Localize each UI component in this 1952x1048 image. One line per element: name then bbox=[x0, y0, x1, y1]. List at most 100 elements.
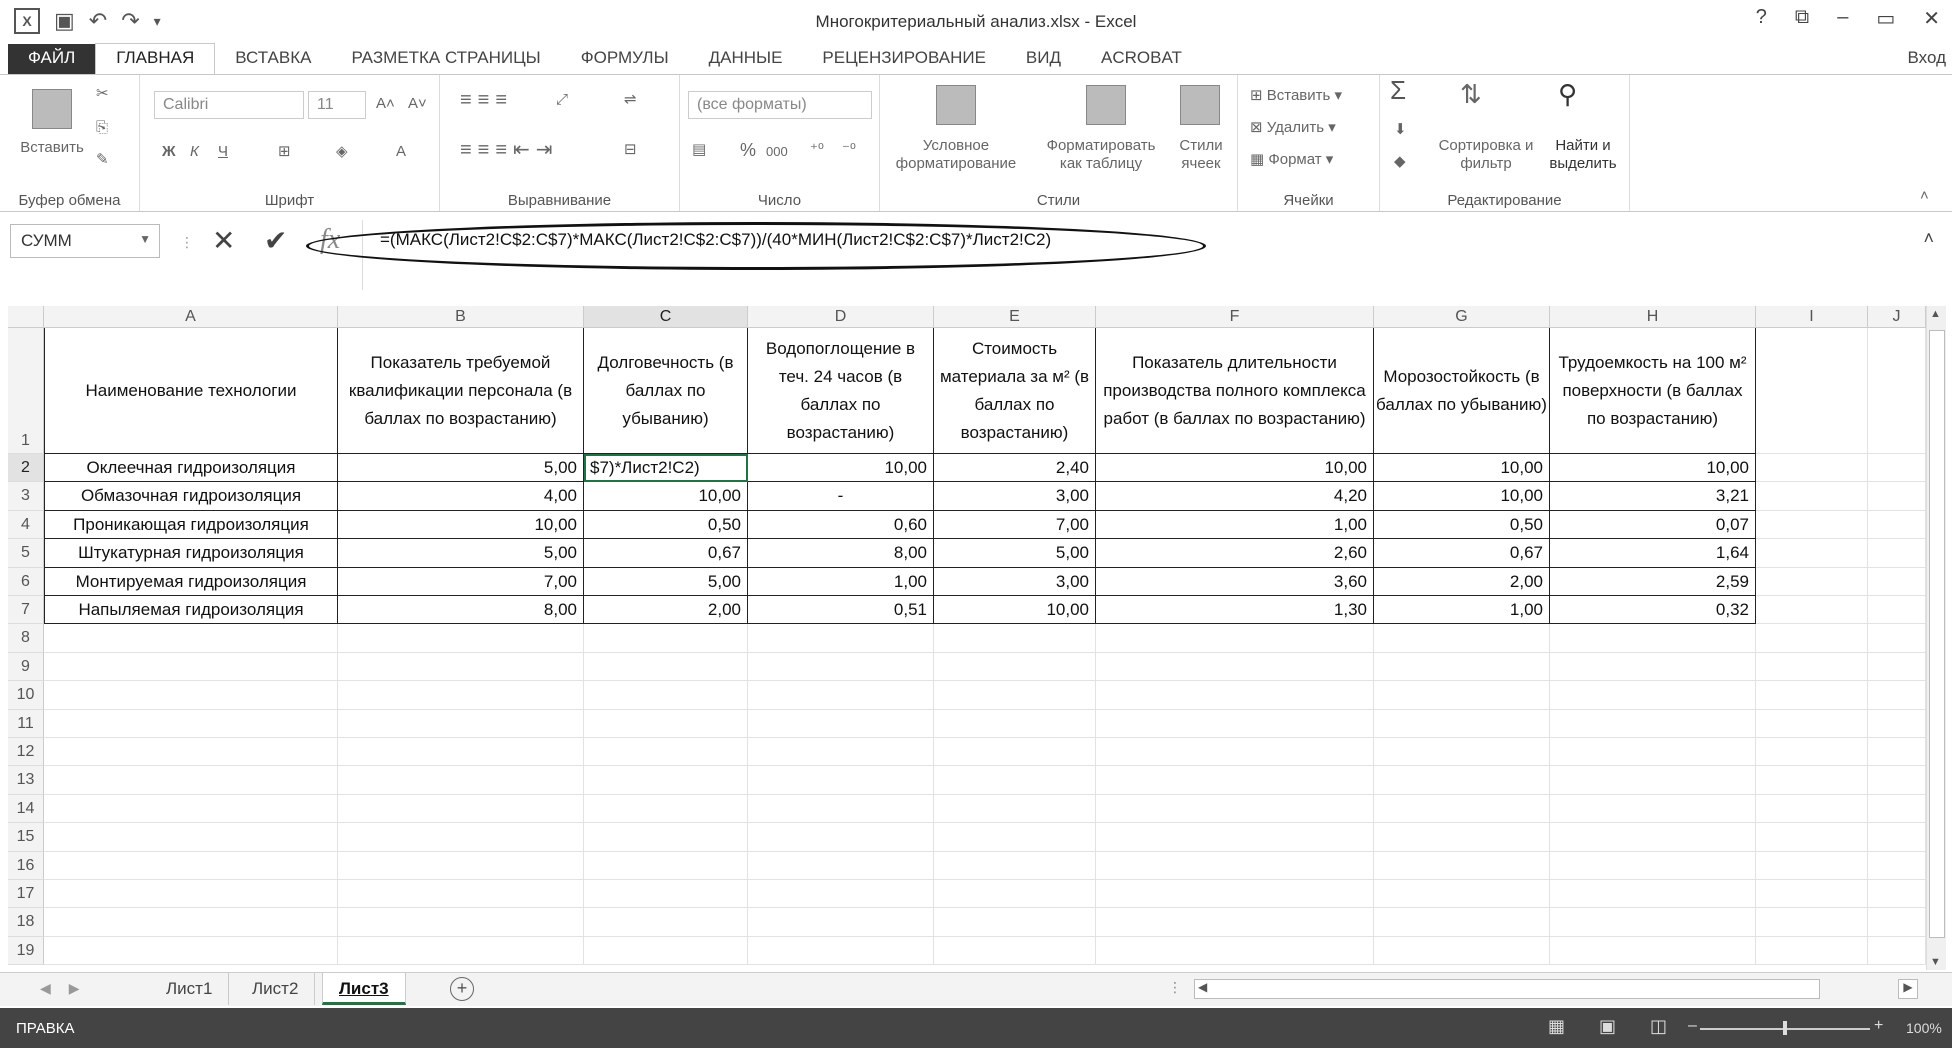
cell-a16[interactable] bbox=[44, 851, 338, 880]
cell-h16[interactable] bbox=[1550, 851, 1756, 880]
insert-cells-button[interactable]: ⊞ Вставить ▾ bbox=[1250, 87, 1342, 105]
cell-d6[interactable]: 1,00 bbox=[748, 567, 934, 596]
cell-i7[interactable] bbox=[1756, 596, 1868, 625]
cell-d7[interactable]: 0,51 bbox=[748, 596, 934, 625]
cell-h6[interactable]: 2,59 bbox=[1550, 567, 1756, 596]
cell-b17[interactable] bbox=[338, 880, 584, 909]
cell-d11[interactable] bbox=[748, 709, 934, 738]
cell-i4[interactable] bbox=[1756, 510, 1868, 540]
row-header-11[interactable]: 11 bbox=[8, 709, 44, 738]
cell-i16[interactable] bbox=[1756, 851, 1868, 880]
cell-g15[interactable] bbox=[1374, 823, 1550, 852]
zoom-out-icon[interactable]: – bbox=[1688, 1017, 1697, 1035]
cell-i19[interactable] bbox=[1756, 936, 1868, 966]
cell-j8[interactable] bbox=[1868, 624, 1926, 653]
cell-d10[interactable] bbox=[748, 681, 934, 710]
cell-c16[interactable] bbox=[584, 851, 748, 880]
cell-d15[interactable] bbox=[748, 823, 934, 852]
cell-c3[interactable]: 10,00 bbox=[584, 482, 748, 511]
cell-i1[interactable] bbox=[1756, 328, 1868, 454]
cell-b5[interactable]: 5,00 bbox=[338, 539, 584, 568]
header-cell-c[interactable]: Долговечность (в баллах по убыванию) bbox=[584, 328, 748, 454]
row-header-14[interactable]: 14 bbox=[8, 794, 44, 824]
cell-i14[interactable] bbox=[1756, 794, 1868, 824]
cell-c9[interactable] bbox=[584, 652, 748, 682]
tab-view[interactable]: ВИД bbox=[1006, 44, 1081, 74]
scroll-up-icon[interactable]: ▲ bbox=[1930, 308, 1941, 320]
sheet-nav-arrows-icon[interactable]: ◀▶ bbox=[40, 980, 98, 997]
page-layout-view-icon[interactable]: ▣ bbox=[1599, 1016, 1616, 1037]
cell-g19[interactable] bbox=[1374, 936, 1550, 966]
cell-f13[interactable] bbox=[1096, 766, 1374, 795]
cell-g10[interactable] bbox=[1374, 681, 1550, 710]
cell-e15[interactable] bbox=[934, 823, 1096, 852]
paste-button[interactable]: Вставить bbox=[12, 139, 92, 157]
cell-b12[interactable] bbox=[338, 738, 584, 767]
cell-f19[interactable] bbox=[1096, 936, 1374, 966]
cell-h13[interactable] bbox=[1550, 766, 1756, 795]
normal-view-icon[interactable]: ▦ bbox=[1548, 1016, 1565, 1037]
cell-h11[interactable] bbox=[1550, 709, 1756, 738]
cell-e16[interactable] bbox=[934, 851, 1096, 880]
cell-e5[interactable]: 5,00 bbox=[934, 539, 1096, 568]
percent-button[interactable]: % bbox=[740, 141, 756, 159]
cell-e2[interactable]: 2,40 bbox=[934, 454, 1096, 483]
cell-e7[interactable]: 10,00 bbox=[934, 596, 1096, 625]
cell-e8[interactable] bbox=[934, 624, 1096, 653]
enter-entry-button[interactable]: ✔ bbox=[264, 224, 287, 257]
tab-review[interactable]: РЕЦЕНЗИРОВАНИЕ bbox=[802, 44, 1006, 74]
row-header-5[interactable]: 5 bbox=[8, 539, 44, 568]
cell-c12[interactable] bbox=[584, 738, 748, 767]
cell-f7[interactable]: 1,30 bbox=[1096, 596, 1374, 625]
format-as-table-icon[interactable] bbox=[1086, 85, 1126, 125]
wrap-text-icon[interactable]: ⇌ bbox=[624, 91, 637, 109]
cell-c14[interactable] bbox=[584, 794, 748, 824]
increase-decimal-icon[interactable]: ⁺⁰ bbox=[810, 141, 824, 159]
cell-b14[interactable] bbox=[338, 794, 584, 824]
cell-j1[interactable] bbox=[1868, 328, 1926, 454]
column-header-f[interactable]: F bbox=[1096, 306, 1374, 328]
cell-i15[interactable] bbox=[1756, 823, 1868, 852]
cell-j5[interactable] bbox=[1868, 539, 1926, 568]
font-size-select[interactable]: 11 bbox=[308, 91, 366, 119]
clear-icon[interactable]: ◆ bbox=[1394, 153, 1406, 171]
worksheet-grid[interactable]: A B C D E F G H I J 1 2 3 4 5 6 7 8 9 10 11 12 13 14 15 16 17 18 19 Н… bbox=[0, 306, 1952, 970]
font-color-button[interactable]: A bbox=[396, 143, 406, 161]
cell-d18[interactable] bbox=[748, 908, 934, 937]
tab-data[interactable]: ДАННЫЕ bbox=[689, 44, 803, 74]
cell-g18[interactable] bbox=[1374, 908, 1550, 937]
cell-c17[interactable] bbox=[584, 880, 748, 909]
cell-a13[interactable] bbox=[44, 766, 338, 795]
tab-page-layout[interactable]: РАЗМЕТКА СТРАНИЦЫ bbox=[331, 44, 560, 74]
cell-b15[interactable] bbox=[338, 823, 584, 852]
cell-i2[interactable] bbox=[1756, 454, 1868, 483]
cell-a19[interactable] bbox=[44, 936, 338, 966]
minimize-button[interactable]: – bbox=[1837, 6, 1848, 31]
number-format-select[interactable]: (все форматы) bbox=[688, 91, 872, 119]
cell-a14[interactable] bbox=[44, 794, 338, 824]
cell-c7[interactable]: 2,00 bbox=[584, 596, 748, 625]
cell-a6[interactable]: Монтируемая гидроизоляция bbox=[44, 567, 338, 596]
cell-i11[interactable] bbox=[1756, 709, 1868, 738]
cell-d13[interactable] bbox=[748, 766, 934, 795]
cell-a7[interactable]: Напыляемая гидроизоляция bbox=[44, 596, 338, 625]
cell-i9[interactable] bbox=[1756, 652, 1868, 682]
delete-cells-button[interactable]: ⊠ Удалить ▾ bbox=[1250, 119, 1336, 137]
cell-e14[interactable] bbox=[934, 794, 1096, 824]
cell-c15[interactable] bbox=[584, 823, 748, 852]
column-header-j[interactable]: J bbox=[1868, 306, 1926, 328]
cell-d17[interactable] bbox=[748, 880, 934, 909]
cell-a5[interactable]: Штукатурная гидроизоляция bbox=[44, 539, 338, 568]
horizontal-scrollbar[interactable]: ◀ bbox=[1194, 979, 1820, 999]
cell-g2[interactable]: 10,00 bbox=[1374, 454, 1550, 483]
underline-button[interactable]: Ч bbox=[218, 143, 228, 161]
close-button[interactable]: ✕ bbox=[1923, 6, 1940, 31]
accounting-format-icon[interactable]: ▤ bbox=[692, 141, 706, 159]
cell-j19[interactable] bbox=[1868, 936, 1926, 966]
cell-j13[interactable] bbox=[1868, 766, 1926, 795]
cell-f3[interactable]: 4,20 bbox=[1096, 482, 1374, 511]
cell-f11[interactable] bbox=[1096, 709, 1374, 738]
ribbon-display-options-button[interactable]: ⧉ bbox=[1795, 6, 1809, 31]
row-header-13[interactable]: 13 bbox=[8, 766, 44, 795]
cell-j12[interactable] bbox=[1868, 738, 1926, 767]
